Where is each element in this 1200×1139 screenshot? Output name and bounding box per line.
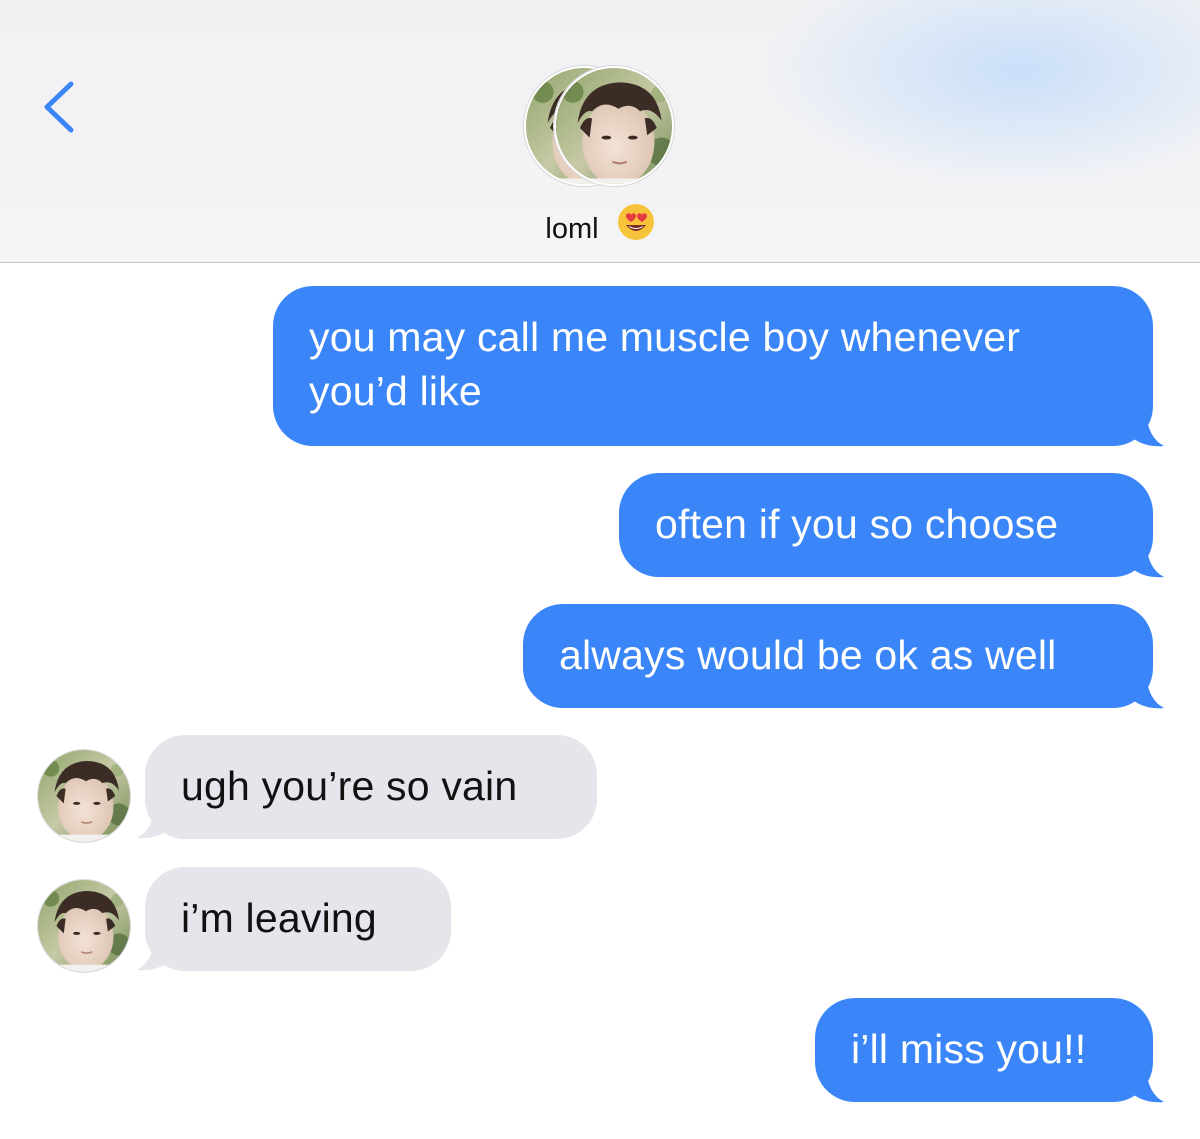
message-text-line-2: you’d like xyxy=(309,368,482,414)
message-text: always would be ok as well xyxy=(559,632,1057,678)
outgoing-bubble-tail xyxy=(1128,543,1164,578)
outgoing-bubble-tail xyxy=(1128,1068,1164,1103)
outgoing-message-bubble[interactable]: often if you so choose xyxy=(619,473,1153,577)
back-button[interactable] xyxy=(38,78,86,134)
contact-avatar-photo-front xyxy=(554,66,674,186)
message-text-line-1: you may call me muscle boy whenever xyxy=(309,314,1021,360)
contact-name-label: loml xyxy=(545,213,599,246)
message-text: i’ll miss you!! xyxy=(851,1026,1087,1072)
outgoing-bubble-tail xyxy=(1128,674,1164,709)
message-text: i’m leaving xyxy=(181,895,377,941)
sender-avatar[interactable] xyxy=(38,750,130,842)
outgoing-message-bubble[interactable]: always would be ok as well xyxy=(523,604,1153,708)
incoming-message-bubble[interactable]: ugh you’re so vain xyxy=(145,735,597,839)
contact-avatar[interactable] xyxy=(524,66,676,188)
message-text: ugh you’re so vain xyxy=(181,763,518,809)
sender-avatar[interactable] xyxy=(38,880,130,972)
outgoing-message-bubble[interactable]: i’ll miss you!! xyxy=(815,998,1153,1102)
incoming-message-bubble[interactable]: i’m leaving xyxy=(145,867,451,971)
heart-eyes-emoji-icon xyxy=(617,203,655,252)
outgoing-bubble-tail xyxy=(1128,412,1164,447)
outgoing-message-bubble[interactable]: you may call me muscle boy whenever you’… xyxy=(273,286,1153,446)
message-text: often if you so choose xyxy=(655,501,1059,547)
conversation-header: loml xyxy=(0,0,1200,263)
chevron-left-icon xyxy=(44,81,74,133)
contact-name[interactable]: loml xyxy=(0,203,1200,255)
